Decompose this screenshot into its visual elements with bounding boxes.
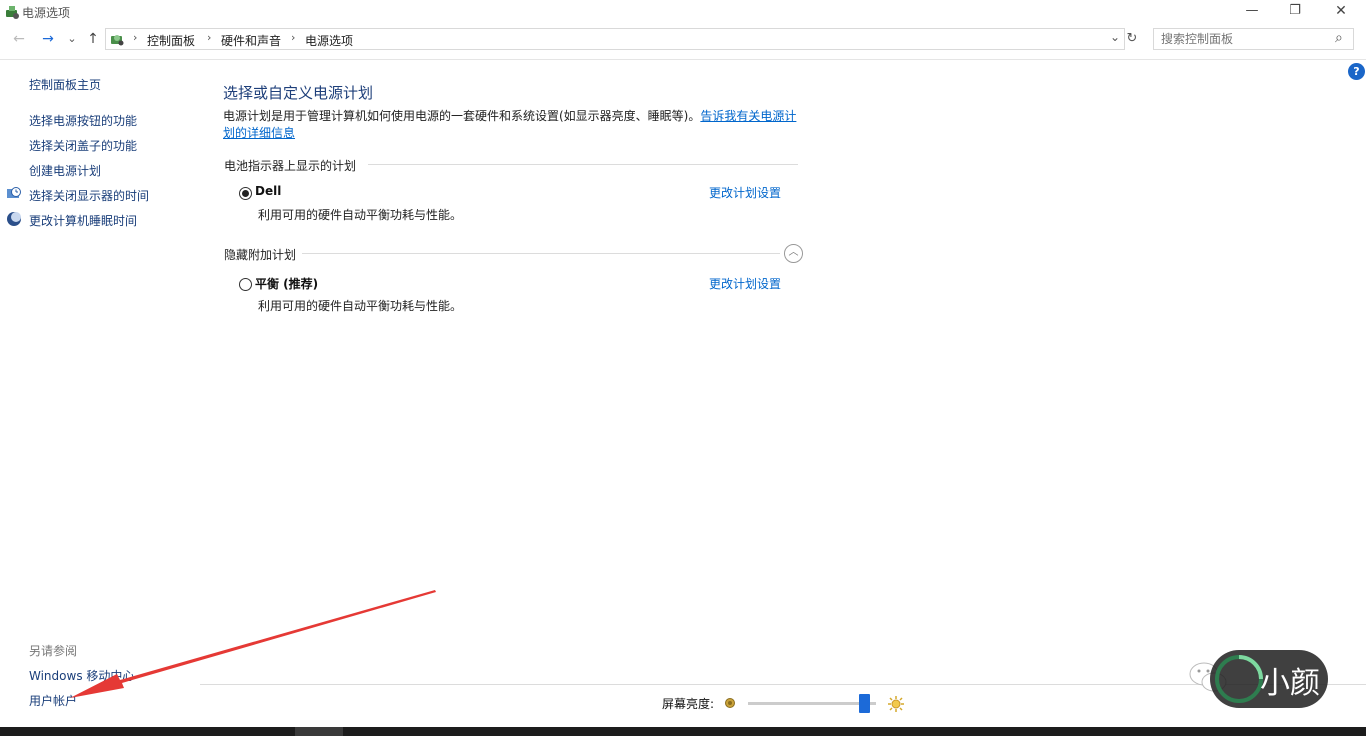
address-bar[interactable]: › 控制面板 › 硬件和声音 › 电源选项 ⌄ — [105, 28, 1125, 50]
plan-desc-dell: 利用可用的硬件自动平衡功耗与性能。 — [258, 208, 463, 222]
forward-button[interactable]: → — [39, 30, 57, 48]
help-icon[interactable]: ? — [1348, 63, 1365, 80]
watermark-text: 小颜 — [1260, 666, 1320, 701]
page-description: 电源计划是用于管理计算机如何使用电源的一套硬件和系统设置(如显示器亮度、睡眠等)… — [223, 108, 803, 142]
breadcrumb-separator: › — [133, 31, 138, 44]
plan-name-balanced[interactable]: 平衡 (推荐) — [255, 275, 318, 292]
address-dropdown-icon[interactable]: ⌄ — [1110, 30, 1120, 44]
breadcrumb-control-panel[interactable]: 控制面板 — [147, 32, 195, 49]
watermark-ring — [1215, 655, 1263, 703]
hidden-plans-heading: 隐藏附加计划 — [224, 248, 297, 262]
learn-more-link-continued[interactable]: 划的详细信息 — [223, 126, 295, 140]
brightness-slider-thumb[interactable] — [859, 694, 871, 713]
watermark-logo: 小颜 — [1188, 650, 1328, 710]
control-panel-icon — [111, 35, 124, 46]
brightness-label: 屏幕亮度: — [662, 697, 715, 711]
breadcrumb-power-options[interactable]: 电源选项 — [305, 32, 353, 49]
close-button[interactable]: ✕ — [1318, 0, 1364, 24]
sidebar-item-lid-close[interactable]: 选择关闭盖子的功能 — [29, 137, 137, 154]
window-title: 电源选项 — [22, 6, 71, 20]
see-also-user-accounts[interactable]: 用户帐户 — [29, 692, 77, 709]
collapse-hidden-plans-button[interactable]: ︿ — [784, 244, 803, 263]
description-text: 电源计划是用于管理计算机如何使用电源的一套硬件和系统设置(如显示器亮度、睡眠等)… — [223, 109, 701, 123]
brightness-slider-track[interactable] — [748, 702, 876, 705]
sidebar-item-create-plan[interactable]: 创建电源计划 — [29, 162, 101, 179]
see-also-heading: 另请参阅 — [29, 644, 78, 658]
section-divider — [302, 253, 780, 254]
learn-more-link[interactable]: 告诉我有关电源计 — [700, 109, 796, 123]
sleep-moon-icon — [7, 212, 21, 226]
plan-desc-balanced: 利用可用的硬件自动平衡功耗与性能。 — [258, 299, 463, 313]
back-button[interactable]: ← — [10, 30, 28, 48]
battery-plans-heading: 电池指示器上显示的计划 — [224, 159, 357, 173]
refresh-button[interactable]: ↻ — [1123, 30, 1141, 48]
breadcrumb-separator[interactable]: › — [207, 31, 211, 44]
breadcrumb-hardware-sound[interactable]: 硬件和声音 — [221, 32, 281, 49]
taskbar-active-item[interactable] — [295, 727, 343, 736]
search-icon[interactable]: ⌕ — [1335, 30, 1343, 46]
power-options-icon — [6, 6, 19, 19]
watermark-badge: 小颜 — [1210, 650, 1328, 708]
see-also-mobility-center[interactable]: Windows 移动中心 — [29, 667, 134, 684]
sidebar-item-sleep-time[interactable]: 更改计算机睡眠时间 — [29, 212, 137, 229]
toolbar-divider — [0, 59, 1366, 60]
brightness-high-icon — [888, 696, 904, 712]
breadcrumb-separator[interactable]: › — [291, 31, 295, 44]
page-title: 选择或自定义电源计划 — [223, 84, 374, 102]
sidebar-item-power-button[interactable]: 选择电源按钮的功能 — [29, 112, 137, 129]
search-input[interactable] — [1154, 29, 1324, 49]
search-box[interactable]: ⌕ — [1153, 28, 1354, 50]
taskbar — [0, 727, 1366, 736]
plan-radio-dell[interactable] — [239, 187, 252, 200]
up-button[interactable]: ↑ — [84, 30, 102, 48]
title-bar: 电源选项 — ❐ ✕ — [0, 0, 1366, 24]
sidebar-home-link[interactable]: 控制面板主页 — [29, 76, 101, 93]
change-plan-settings-link-balanced[interactable]: 更改计划设置 — [709, 275, 781, 292]
restore-button[interactable]: ❐ — [1272, 0, 1318, 24]
brightness-low-icon — [725, 698, 735, 708]
change-plan-settings-link-dell[interactable]: 更改计划设置 — [709, 184, 781, 201]
recent-locations-button[interactable]: ⌄ — [63, 30, 81, 48]
minimize-button[interactable]: — — [1229, 0, 1275, 24]
section-divider — [368, 164, 798, 165]
plan-name-dell[interactable]: Dell — [255, 184, 281, 198]
display-clock-icon — [7, 187, 21, 198]
sidebar-item-display-off[interactable]: 选择关闭显示器的时间 — [29, 187, 149, 204]
plan-radio-balanced[interactable] — [239, 278, 252, 291]
